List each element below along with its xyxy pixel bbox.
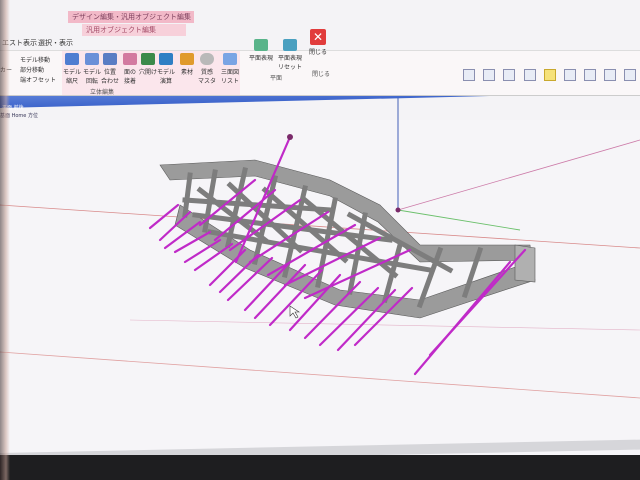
rotate-icon <box>85 53 99 65</box>
hole-icon <box>141 53 155 65</box>
view-mode-icon-3[interactable] <box>503 68 516 81</box>
close-button[interactable]: ✕ 閉じる <box>308 29 328 56</box>
cursor-arrow-icon <box>289 305 300 319</box>
model-scale-button[interactable]: モデル 縮尺 <box>62 53 82 85</box>
y-axis-line <box>397 209 521 231</box>
plane-reset-icon <box>283 39 297 51</box>
view-mode-icon-1[interactable] <box>463 68 476 81</box>
plane-expression-button[interactable]: 平面表現 <box>248 39 274 62</box>
scale-icon <box>65 53 79 65</box>
align-icon <box>103 53 117 65</box>
texture-icon <box>200 53 214 65</box>
view-mode-icon-7[interactable] <box>603 68 616 81</box>
view-mode-icon-2[interactable] <box>483 68 496 81</box>
close-icon: ✕ <box>310 29 326 45</box>
group-label-close: 閉じる <box>312 71 331 78</box>
group-label-3d-edit: 立体編集 <box>90 89 115 96</box>
view-mode-icon-8[interactable] <box>624 68 636 81</box>
model-rotate-button[interactable]: モデル 回転 <box>82 53 102 85</box>
guide-line-diagonal <box>397 139 640 211</box>
model-boolean-button[interactable]: モデル 演算 <box>156 53 176 85</box>
guide-line-diagonal-lower <box>129 319 640 331</box>
view-toolbar <box>460 64 636 81</box>
material-icon <box>180 53 194 65</box>
material-button[interactable]: 素材 <box>178 53 196 76</box>
context-tabs: デザイン編集・汎用オブジェクト編集 汎用オブジェクト編集 <box>60 10 200 36</box>
glue-icon <box>123 53 137 65</box>
plane-icon <box>254 39 268 51</box>
boolean-icon <box>159 53 173 65</box>
origin-point <box>395 207 401 213</box>
monitor-bezel <box>0 455 640 480</box>
end-offset-button[interactable]: 端オフセット <box>20 75 56 84</box>
tab-select-view[interactable]: 選択・表示 <box>38 38 73 48</box>
select-mode-icon[interactable] <box>543 68 556 81</box>
context-tab-design-edit[interactable]: デザイン編集・汎用オブジェクト編集 <box>68 11 194 23</box>
app-window: 平面 前後 基面 Home 方位 デザイン編集・汎用オブジェクト編集 汎用オブジ… <box>0 0 640 480</box>
hole-button[interactable]: 穴開け <box>138 53 158 76</box>
view-mode-icon-5[interactable] <box>563 68 576 81</box>
partial-move-button[interactable]: 部分移動 <box>20 65 44 74</box>
plane-reset-button[interactable]: 平面表現 リセット <box>276 39 304 71</box>
monitor-edge <box>0 0 10 480</box>
three-view-icon <box>223 53 237 65</box>
group-label-plane: 平面 <box>270 75 283 82</box>
surface-glue-button[interactable]: 面の 接着 <box>120 53 140 85</box>
texture-master-button[interactable]: 質感 マスタ <box>198 53 216 85</box>
align-button[interactable]: 位置 合わせ <box>100 53 120 85</box>
three-view-list-button[interactable]: 三面図 リスト <box>220 53 240 85</box>
view-mode-icon-6[interactable] <box>583 68 596 81</box>
ground-line <box>0 351 640 399</box>
model-move-button[interactable]: モデル移動 <box>20 55 50 64</box>
control-point-top <box>287 134 293 140</box>
view-mode-icon-4[interactable] <box>523 68 536 81</box>
